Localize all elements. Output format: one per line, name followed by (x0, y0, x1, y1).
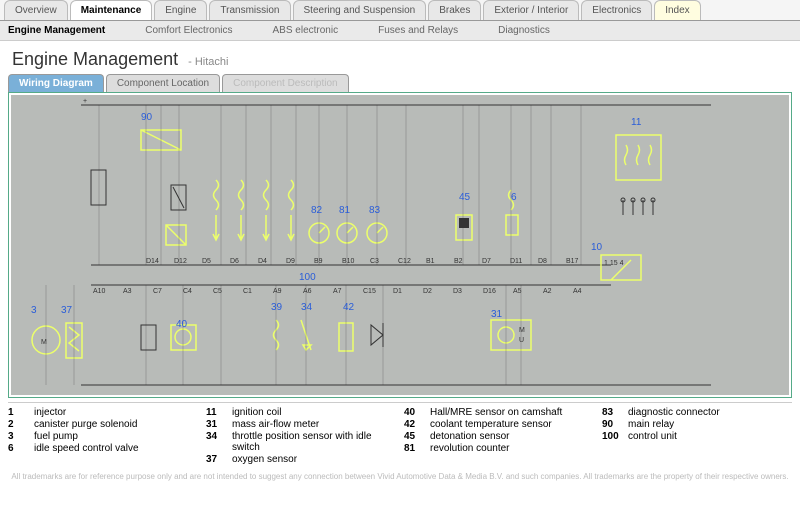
legend-item-2: 2canister purge solenoid (8, 419, 198, 430)
svg-text:D7: D7 (482, 258, 491, 265)
main-tab-steering-and-suspension[interactable]: Steering and Suspension (293, 0, 427, 20)
svg-text:39: 39 (271, 302, 283, 313)
svg-text:U: U (519, 337, 524, 344)
svg-text:11: 11 (631, 117, 642, 128)
svg-text:B9: B9 (314, 258, 323, 265)
legend-item-42: 42coolant temperature sensor (404, 419, 594, 430)
legend-item-40: 40Hall/MRE sensor on camshaft (404, 407, 594, 418)
svg-text:A4: A4 (573, 288, 582, 295)
svg-text:40: 40 (176, 319, 188, 330)
sub-tab-engine-management[interactable]: Engine Management (8, 25, 105, 36)
tert-tab-component-location[interactable]: Component Location (106, 74, 220, 92)
tert-tab-component-description: Component Description (222, 74, 349, 92)
svg-text:D6: D6 (230, 258, 239, 265)
svg-text:31: 31 (491, 309, 503, 320)
main-tabs: OverviewMaintenanceEngineTransmissionSte… (0, 0, 800, 21)
svg-text:D3: D3 (453, 288, 462, 295)
sub-tabs: Engine Management Comfort Electronics ABS … (0, 21, 800, 41)
svg-text:82: 82 (311, 205, 323, 216)
svg-text:1 15 4: 1 15 4 (604, 260, 624, 267)
main-tab-engine[interactable]: Engine (154, 0, 207, 20)
svg-text:A7: A7 (333, 288, 342, 295)
wiring-diagram[interactable]: +1 15 4MMUD14D12D5D6D4D9B9B10C3C12B1B2D7… (11, 95, 789, 395)
svg-text:C4: C4 (183, 288, 192, 295)
svg-text:A5: A5 (513, 288, 522, 295)
main-tab-maintenance[interactable]: Maintenance (70, 0, 153, 20)
svg-text:C15: C15 (363, 288, 376, 295)
svg-text:45: 45 (459, 192, 471, 203)
legend-item-83: 83diagnostic connector (602, 407, 792, 418)
svg-text:C1: C1 (243, 288, 252, 295)
legend: 1injector2canister purge solenoid3fuel p… (8, 402, 792, 466)
svg-text:83: 83 (369, 205, 381, 216)
legend-item-45: 45detonation sensor (404, 431, 594, 442)
svg-text:D4: D4 (258, 258, 267, 265)
svg-text:10: 10 (591, 242, 603, 253)
sub-tab-diagnostics[interactable]: Diagnostics (498, 25, 550, 36)
svg-text:D2: D2 (423, 288, 432, 295)
sub-tab-fuses-and-relays[interactable]: Fuses and Relays (378, 25, 458, 36)
svg-text:C12: C12 (398, 258, 411, 265)
svg-text:3: 3 (31, 305, 37, 316)
svg-text:A3: A3 (123, 288, 132, 295)
tertiary-tabs: Wiring DiagramComponent LocationComponen… (0, 74, 800, 92)
main-tab-overview[interactable]: Overview (4, 0, 68, 20)
sub-tab-comfort-electronics[interactable]: Comfort Electronics (145, 25, 232, 36)
legend-item-90: 90main relay (602, 419, 792, 430)
svg-text:D12: D12 (174, 258, 187, 265)
svg-text:C3: C3 (370, 258, 379, 265)
svg-text:+: + (83, 98, 87, 105)
svg-text:34: 34 (301, 302, 313, 313)
page-subtitle: - Hitachi (188, 56, 228, 68)
svg-text:100: 100 (299, 272, 316, 283)
svg-text:C5: C5 (213, 288, 222, 295)
svg-text:B10: B10 (342, 258, 355, 265)
svg-text:D1: D1 (393, 288, 402, 295)
legend-item-11: 11ignition coil (206, 407, 396, 418)
svg-text:C7: C7 (153, 288, 162, 295)
svg-text:M: M (519, 327, 525, 334)
svg-text:D8: D8 (538, 258, 547, 265)
main-tab-electronics[interactable]: Electronics (581, 0, 652, 20)
svg-text:42: 42 (343, 302, 355, 313)
main-tab-exterior-interior[interactable]: Exterior / Interior (483, 0, 579, 20)
svg-text:A9: A9 (273, 288, 282, 295)
svg-text:90: 90 (141, 112, 153, 123)
svg-text:D9: D9 (286, 258, 295, 265)
svg-text:D5: D5 (202, 258, 211, 265)
page-title: Engine Management (12, 49, 178, 70)
main-tab-transmission[interactable]: Transmission (209, 0, 290, 20)
legend-item-6: 6idle speed control valve (8, 443, 198, 454)
legend-item-37: 37oxygen sensor (206, 454, 396, 465)
footer-disclaimer: All trademarks are for reference purpose… (0, 470, 800, 483)
legend-item-31: 31mass air-flow meter (206, 419, 396, 430)
svg-text:A6: A6 (303, 288, 312, 295)
page-header: Engine Management - Hitachi (0, 41, 800, 74)
legend-item-81: 81revolution counter (404, 443, 594, 454)
svg-text:A10: A10 (93, 288, 106, 295)
legend-item-34: 34throttle position sensor with idle swi… (206, 431, 396, 453)
svg-text:D16: D16 (483, 288, 496, 295)
legend-item-1: 1injector (8, 407, 198, 418)
tert-tab-wiring-diagram[interactable]: Wiring Diagram (8, 74, 104, 92)
svg-text:D11: D11 (510, 258, 522, 265)
diagram-frame: +1 15 4MMUD14D12D5D6D4D9B9B10C3C12B1B2D7… (8, 92, 792, 398)
svg-text:D14: D14 (146, 258, 159, 265)
svg-text:B2: B2 (454, 258, 463, 265)
svg-text:81: 81 (339, 205, 351, 216)
svg-text:B1: B1 (426, 258, 435, 265)
main-tab-brakes[interactable]: Brakes (428, 0, 481, 20)
svg-text:6: 6 (511, 192, 517, 203)
svg-text:A2: A2 (543, 288, 552, 295)
legend-item-100: 100control unit (602, 431, 792, 442)
main-tab-index[interactable]: Index (654, 0, 700, 20)
sub-tab-abs-electronic[interactable]: ABS electronic (273, 25, 339, 36)
svg-text:37: 37 (61, 305, 73, 316)
svg-text:B17: B17 (566, 258, 579, 265)
legend-item-3: 3fuel pump (8, 431, 198, 442)
